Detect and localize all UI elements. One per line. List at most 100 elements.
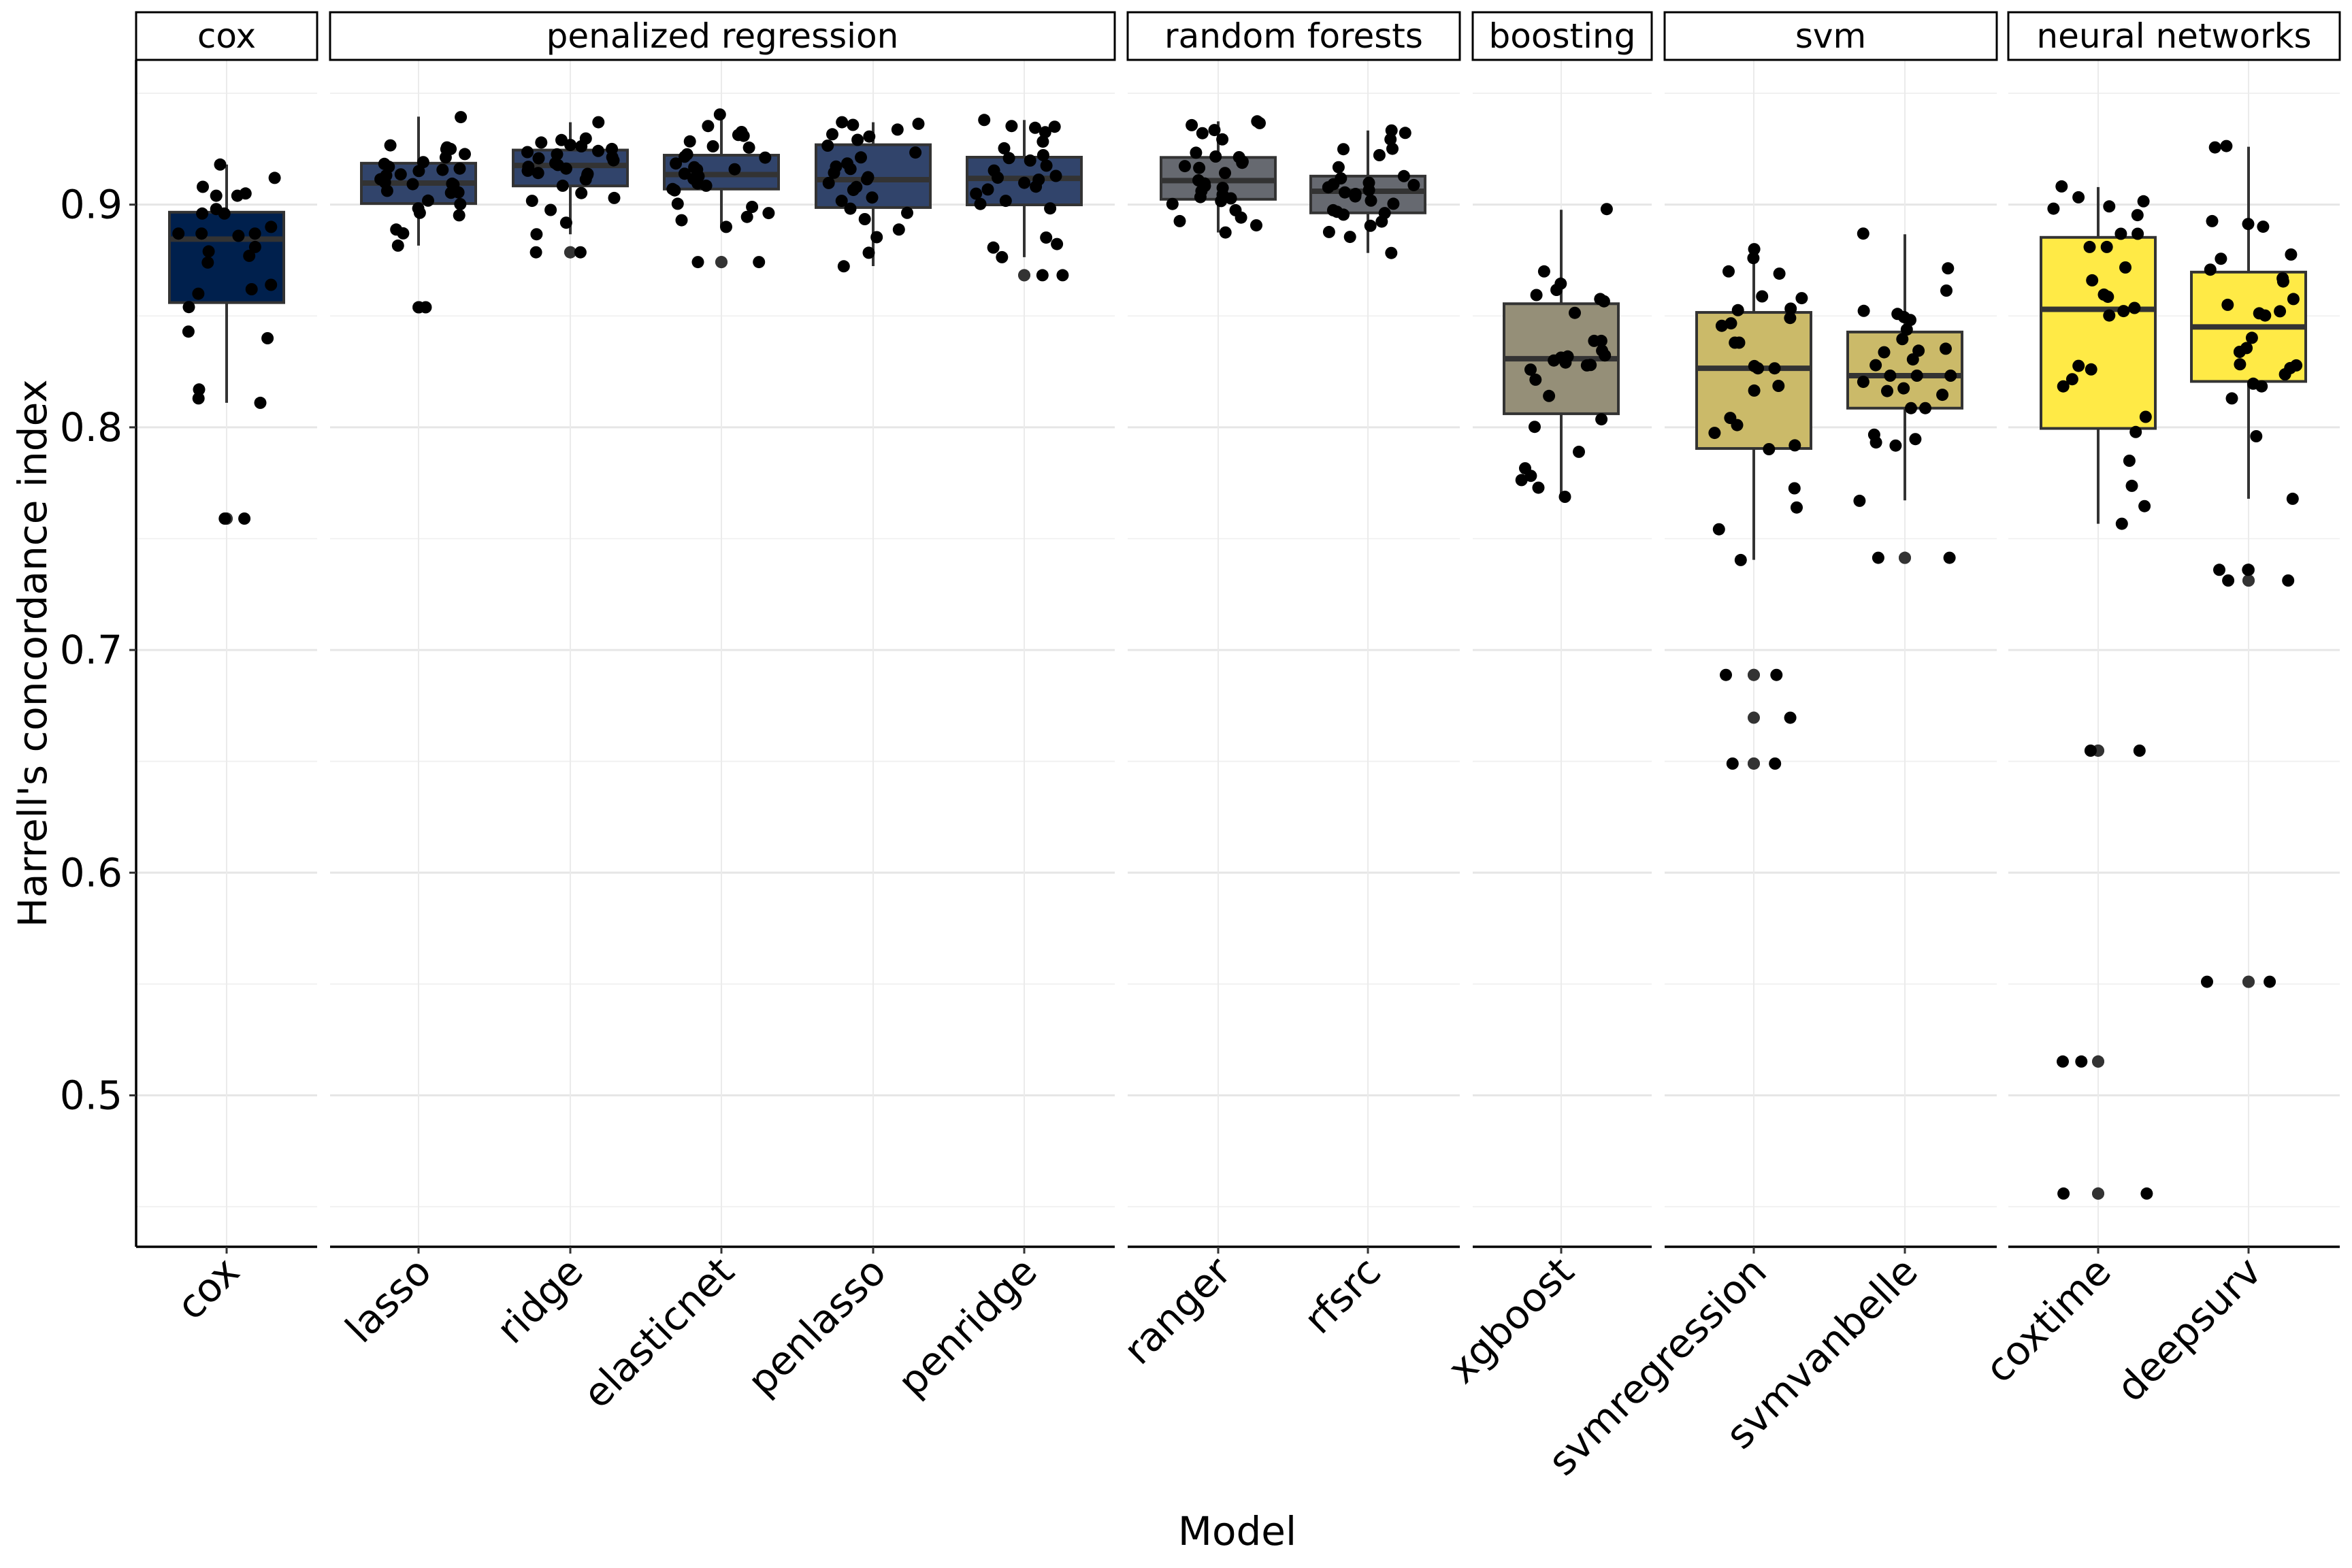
data-point	[2233, 346, 2246, 358]
data-point	[1036, 149, 1049, 161]
data-point	[608, 191, 621, 204]
data-point	[197, 180, 209, 193]
x-tick-label: lasso	[336, 1248, 440, 1352]
data-point	[2139, 410, 2152, 423]
data-point	[1173, 214, 1186, 227]
data-point	[2257, 220, 2270, 233]
jitter-points	[172, 108, 2303, 1200]
data-point	[740, 210, 753, 223]
data-point	[1715, 319, 1728, 332]
data-point	[826, 128, 838, 141]
data-point	[535, 136, 548, 149]
y-tick-label: 0.5	[60, 1073, 122, 1119]
data-point	[559, 162, 572, 175]
data-point	[2220, 140, 2233, 152]
y-tick-label: 0.7	[60, 627, 122, 673]
data-point	[844, 163, 857, 176]
data-point	[254, 396, 267, 409]
data-point	[1558, 491, 1571, 503]
data-point	[1763, 443, 1776, 455]
data-point	[683, 135, 696, 148]
data-point	[1373, 149, 1386, 161]
y-tick-label: 0.6	[60, 849, 122, 896]
data-point	[202, 245, 215, 258]
data-point	[1940, 284, 1953, 297]
data-point	[863, 130, 876, 143]
data-point	[862, 246, 875, 259]
outlier-point	[1899, 551, 1911, 564]
data-point	[1056, 269, 1069, 282]
data-point	[1599, 349, 1612, 362]
outlier-point	[1748, 668, 1760, 681]
data-point	[1250, 219, 1262, 232]
data-point	[1236, 157, 1249, 169]
data-point	[1040, 159, 1053, 172]
data-point	[753, 256, 766, 269]
data-point	[847, 118, 860, 131]
data-point	[210, 189, 223, 202]
data-point	[974, 197, 987, 210]
outlier-point	[2242, 574, 2255, 587]
data-point	[978, 114, 991, 127]
data-point	[1337, 208, 1350, 221]
data-point	[2206, 214, 2219, 227]
data-point	[2215, 252, 2227, 265]
data-point	[231, 189, 244, 202]
y-tick-label: 0.8	[60, 404, 122, 451]
data-point	[2103, 309, 2116, 322]
data-point	[391, 239, 404, 252]
data-point	[2128, 301, 2141, 314]
data-point	[384, 139, 397, 152]
data-point	[1788, 439, 1801, 452]
data-point	[2117, 305, 2130, 318]
data-point	[2055, 180, 2068, 193]
data-point	[1387, 197, 1400, 210]
data-point	[1254, 116, 1266, 129]
data-point	[1720, 668, 1732, 681]
data-point	[1897, 382, 1910, 395]
data-point	[2131, 209, 2144, 222]
data-point	[1532, 481, 1545, 494]
boxplot-chart: cox penalized regression random forests boo…	[10, 11, 2341, 1554]
data-point	[1030, 180, 1043, 193]
data-point	[2085, 363, 2097, 376]
data-point	[851, 133, 864, 146]
data-point	[1216, 133, 1229, 146]
x-tick-label: penlasso	[738, 1248, 895, 1405]
data-point	[691, 256, 704, 269]
data-point	[1944, 370, 1957, 382]
data-point	[439, 151, 452, 164]
data-point	[1708, 427, 1721, 440]
data-point	[2072, 191, 2085, 203]
facet-strip-label: svm	[1795, 16, 1866, 56]
data-point	[412, 165, 425, 178]
data-point	[2213, 564, 2225, 576]
data-point	[720, 220, 732, 233]
data-point	[1044, 202, 1057, 215]
data-point	[521, 164, 534, 177]
data-point	[1600, 203, 1613, 216]
outlier-point	[1748, 757, 1760, 770]
data-point	[1857, 227, 1869, 240]
data-point	[2140, 1187, 2153, 1200]
data-point	[532, 167, 544, 180]
data-point	[892, 223, 905, 236]
data-point	[1756, 290, 1769, 303]
data-point	[1349, 190, 1362, 203]
data-point	[2086, 274, 2099, 287]
x-tick-label: rfsrc	[1295, 1248, 1390, 1343]
data-point	[1905, 402, 1917, 414]
data-point	[2125, 479, 2138, 492]
facet-strips: cox penalized regression random forests boo…	[135, 11, 2341, 61]
data-point	[1235, 211, 1247, 224]
data-point	[2221, 298, 2234, 311]
data-point	[858, 213, 871, 225]
data-point	[1386, 142, 1399, 155]
data-point	[1857, 304, 1870, 317]
data-point	[1726, 757, 1739, 770]
outlier-point	[1018, 269, 1030, 282]
data-point	[1597, 295, 1610, 308]
data-point	[1795, 292, 1808, 305]
data-point	[1362, 184, 1375, 197]
data-point	[238, 512, 251, 525]
